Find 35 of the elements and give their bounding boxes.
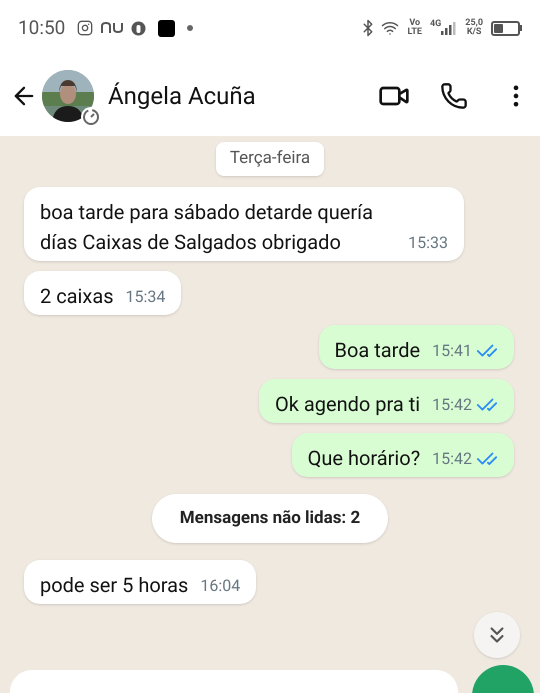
nu-icon: [101, 22, 124, 34]
network-type: 4G: [430, 18, 442, 31]
received-message-bubble[interactable]: boa tarde para sábado detarde quería días Caixas de Salgados obrigado 15:33: [24, 186, 464, 260]
network-speed: 25,0 K/S: [465, 19, 483, 37]
received-message-bubble[interactable]: 2 caixas 15:34: [24, 270, 182, 314]
message-time: 15:41: [432, 340, 472, 362]
voice-call-button[interactable]: [440, 82, 468, 110]
message-text: Que horário?: [308, 444, 420, 472]
message-time: 15:42: [432, 448, 472, 470]
sent-message-bubble[interactable]: Que horário? 15:42: [292, 432, 514, 476]
notification-icon: [131, 20, 146, 36]
signal-icon: [441, 21, 458, 35]
message-time: 15:33: [408, 232, 448, 254]
wifi-icon: [381, 19, 400, 37]
sent-message-bubble[interactable]: Ok agendo pra ti 15:42: [259, 378, 514, 422]
volte-indicator: Vo LTE: [407, 19, 422, 37]
status-time: 10:50: [18, 14, 66, 41]
message-time: 15:42: [432, 394, 472, 416]
message-text: Ok agendo pra ti: [275, 390, 420, 418]
timer-icon: [80, 106, 102, 128]
battery-icon: [491, 20, 522, 36]
app-icon: [158, 20, 176, 36]
contact-name[interactable]: Ángela Acuña: [108, 78, 256, 114]
received-message-bubble[interactable]: pode ser 5 horas 16:04: [24, 560, 256, 604]
scroll-down-button[interactable]: [474, 612, 520, 658]
sent-message-bubble[interactable]: Boa tarde 15:41: [318, 324, 514, 368]
unread-messages-banner: Mensagens não lidas: 2: [152, 494, 388, 543]
date-chip: Terça-feira: [216, 142, 324, 176]
instagram-icon: [77, 20, 94, 36]
message-time: 15:34: [126, 286, 166, 308]
message-text: Boa tarde: [334, 336, 420, 364]
message-text: 2 caixas: [40, 282, 114, 310]
message-time: 16:04: [200, 575, 240, 597]
message-text: boa tarde para sábado detarde quería días Caixas de Salgados obrigado: [40, 198, 374, 256]
message-text: pode ser 5 horas: [40, 572, 188, 599]
